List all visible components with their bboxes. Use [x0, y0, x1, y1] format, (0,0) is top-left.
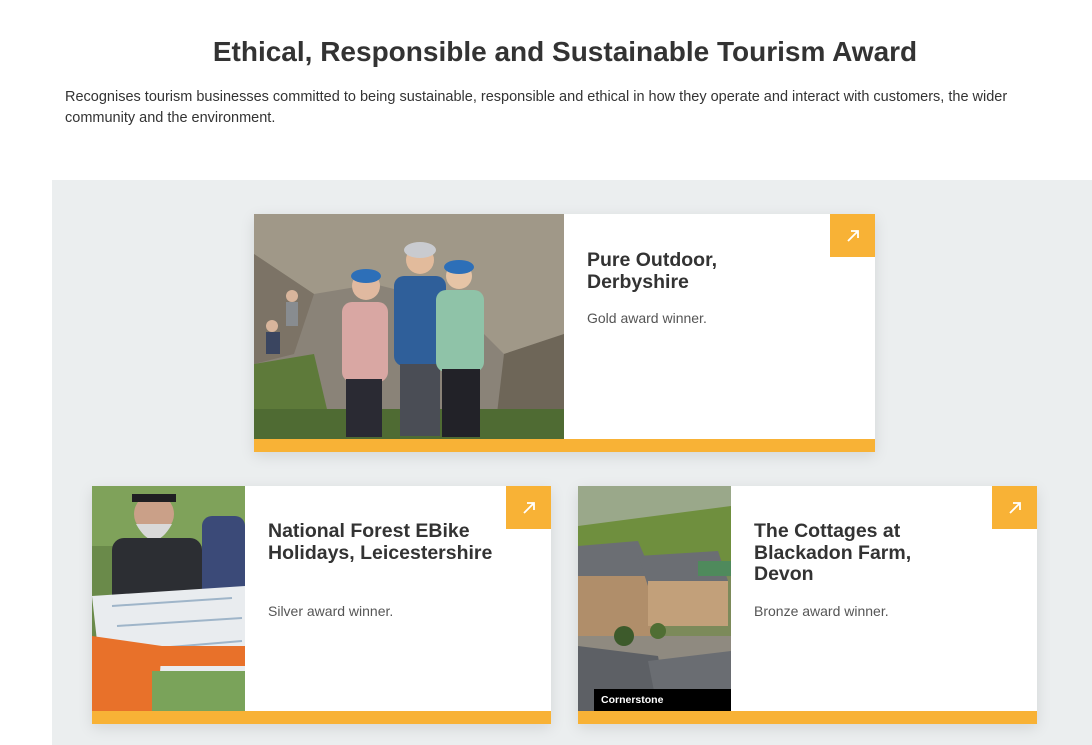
award-card-bronze[interactable]: Cornerstone Photography The Cottages at …: [578, 486, 1037, 724]
award-level: Silver award winner.: [268, 603, 394, 619]
open-card-button[interactable]: [830, 214, 875, 257]
section-title: Ethical, Responsible and Sustainable Tou…: [212, 36, 918, 67]
arrow-up-right-icon: [1008, 501, 1021, 514]
card-accent-bar: [92, 711, 551, 724]
card-title[interactable]: Pure Outdoor, Derbyshire: [587, 249, 787, 293]
climbers-photo: [254, 214, 564, 439]
card-title[interactable]: National Forest EBike Holidays, Leiceste…: [268, 520, 498, 564]
arrow-up-right-icon: [846, 229, 859, 242]
section-description: Recognises tourism businesses committed …: [65, 89, 1008, 126]
award-level: Bronze award winner.: [754, 603, 889, 619]
photo-credit: Cornerstone Photography: [594, 689, 731, 711]
open-card-button[interactable]: [506, 486, 551, 529]
arrow-up-right-icon: [522, 501, 535, 514]
farm-cottages-photo: Cornerstone Photography: [578, 486, 731, 711]
award-card-silver[interactable]: National Forest EBike Holidays, Leiceste…: [92, 486, 551, 724]
open-card-button[interactable]: [992, 486, 1037, 529]
cyclists-map-photo: [92, 486, 245, 711]
card-title[interactable]: The Cottages at Blackadon Farm, Devon: [754, 520, 954, 586]
card-accent-bar: [254, 439, 875, 452]
award-level: Gold award winner.: [587, 310, 707, 326]
card-accent-bar: [578, 711, 1037, 724]
award-card-gold[interactable]: Pure Outdoor, Derbyshire Gold award winn…: [254, 214, 875, 452]
